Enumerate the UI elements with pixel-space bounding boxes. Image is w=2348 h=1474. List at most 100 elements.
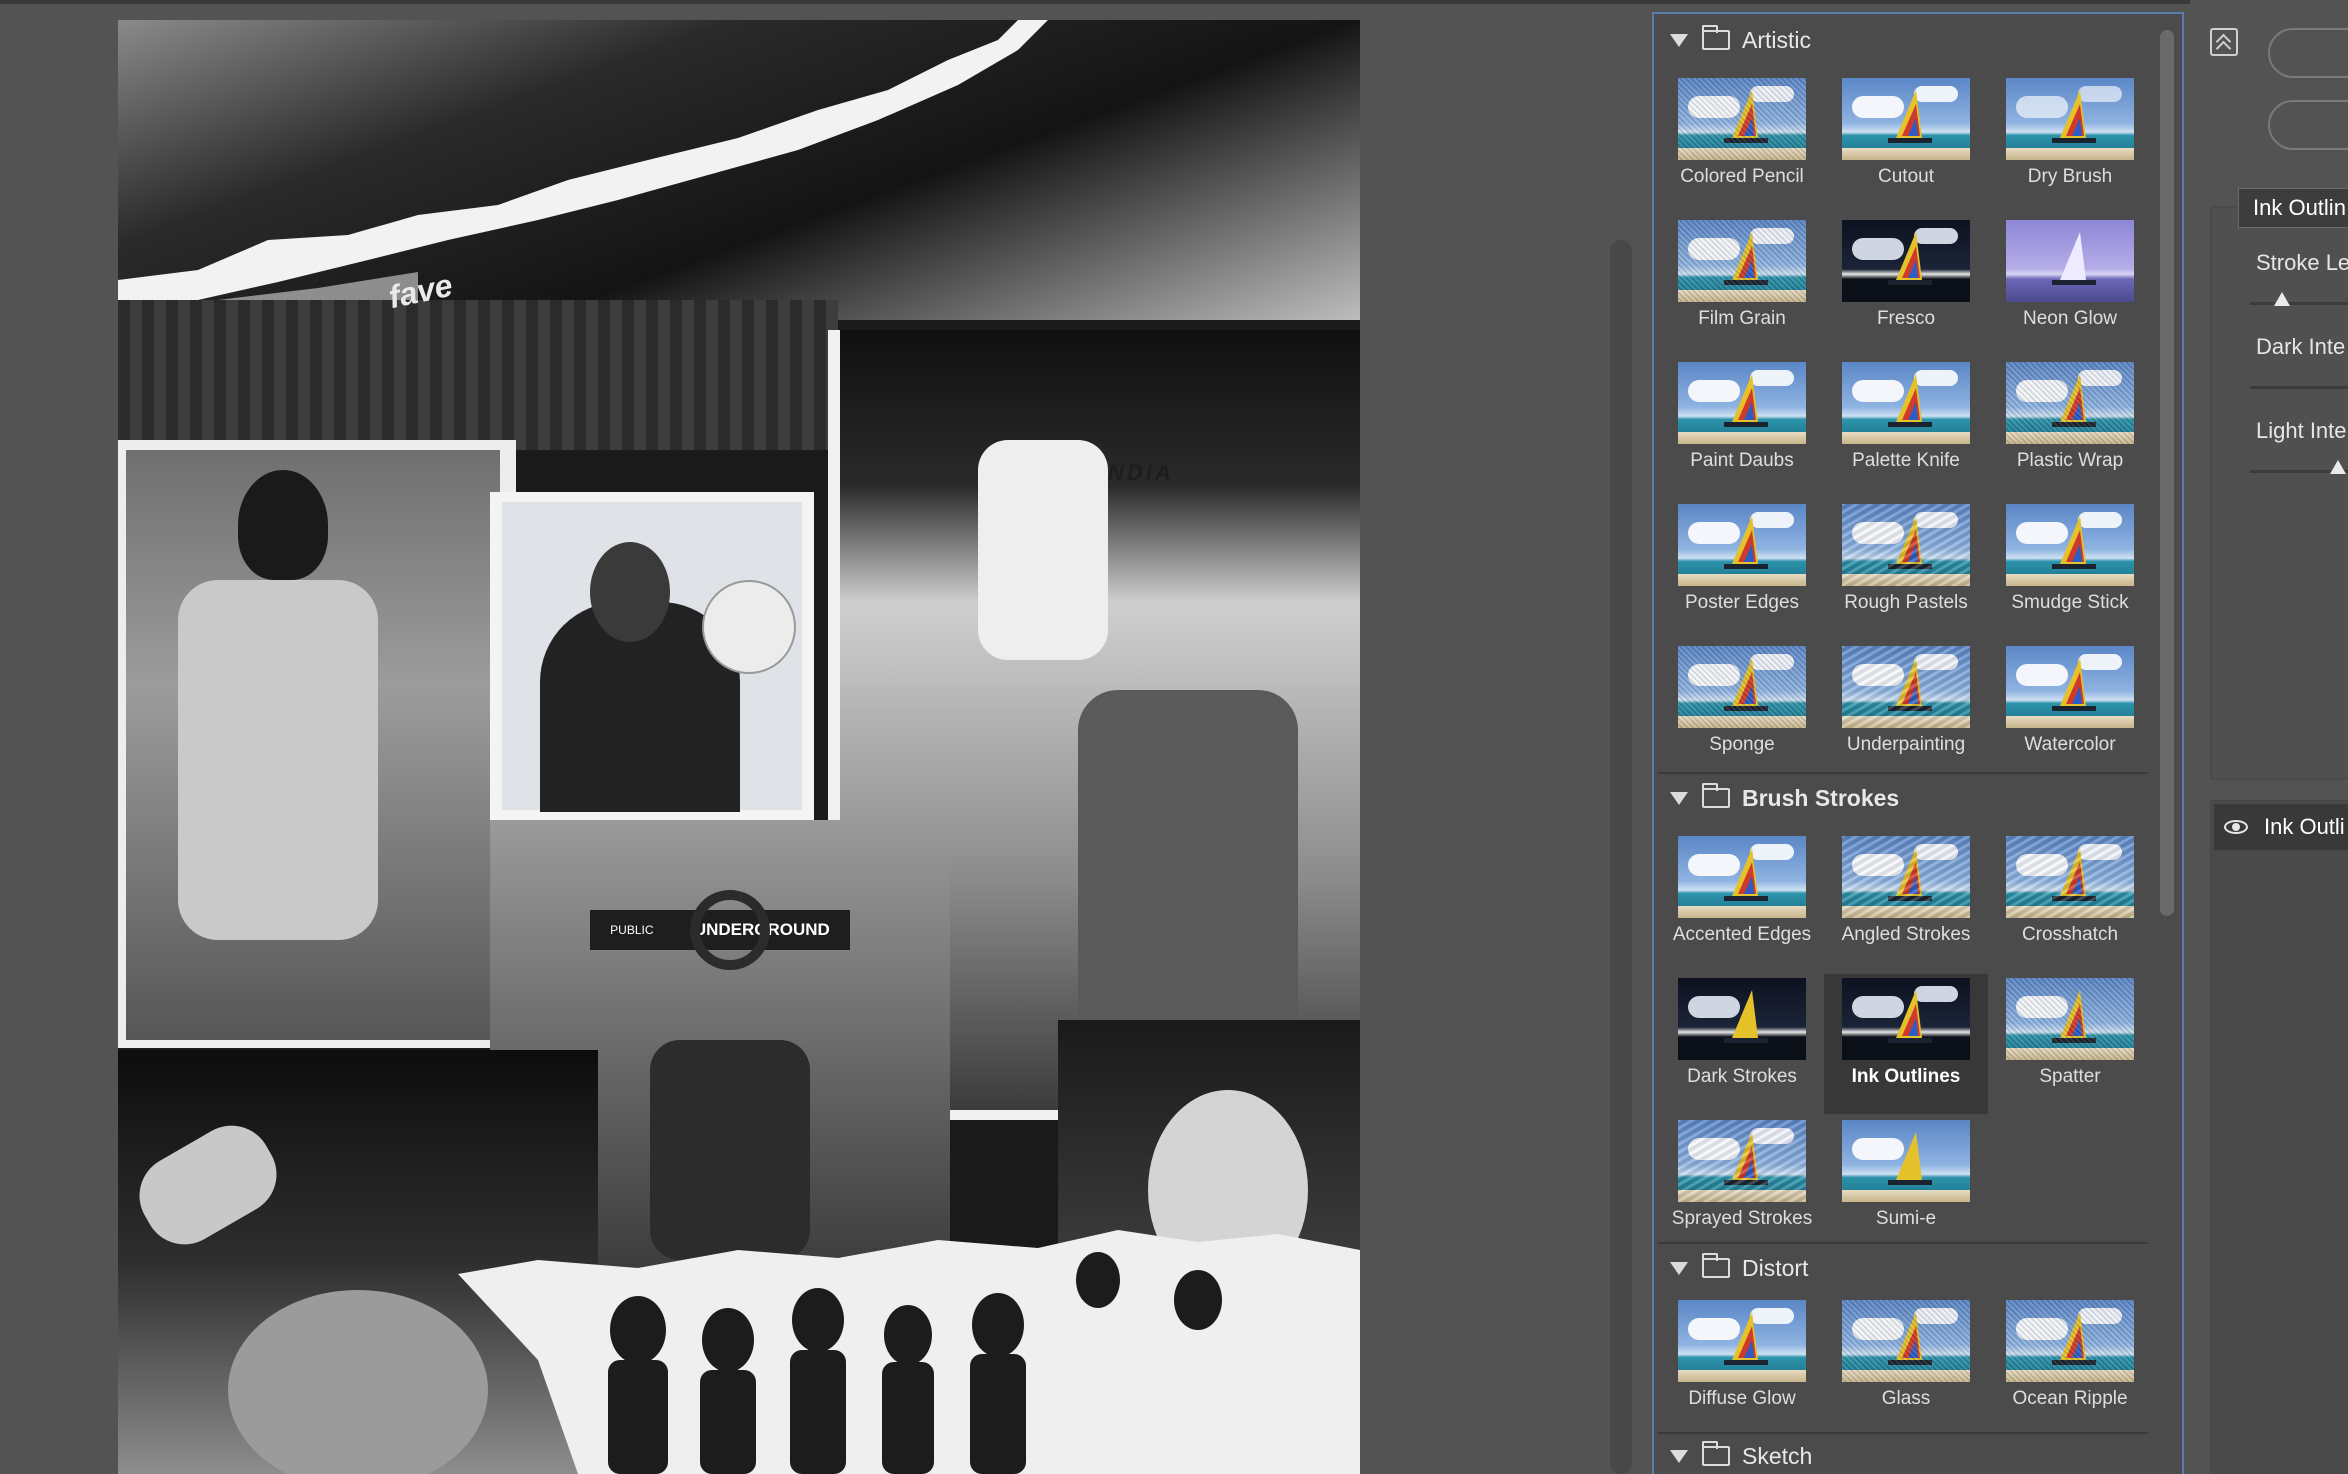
category-label: Distort bbox=[1742, 1254, 1809, 1281]
thumbnail-image bbox=[1678, 1120, 1806, 1202]
filter-cutout[interactable]: Cutout bbox=[1824, 74, 1988, 214]
filter-colored-pencil[interactable]: Colored Pencil bbox=[1660, 74, 1824, 214]
filter-angled-strokes[interactable]: Angled Strokes bbox=[1824, 832, 1988, 972]
torn-paper-edge bbox=[118, 20, 1048, 340]
eye-icon[interactable] bbox=[2224, 820, 2248, 834]
filter-dark-strokes[interactable]: Dark Strokes bbox=[1660, 974, 1824, 1114]
light-intensity-thumb[interactable] bbox=[2330, 460, 2346, 474]
filter-label: Dark Strokes bbox=[1687, 1066, 1797, 1087]
folder-icon bbox=[1702, 25, 1730, 50]
filter-label: Glass bbox=[1881, 1388, 1931, 1409]
filter-dry-brush[interactable]: Dry Brush bbox=[1988, 74, 2152, 214]
category-divider bbox=[1658, 1242, 2148, 1244]
light-intensity-label: Light Inte bbox=[2256, 418, 2347, 443]
thumbnail-image bbox=[1678, 362, 1806, 444]
triangle-down-icon[interactable] bbox=[1670, 791, 1688, 805]
category-header-brush-strokes[interactable]: Brush Strokes bbox=[1654, 776, 2148, 820]
filter-crosshatch[interactable]: Crosshatch bbox=[1988, 832, 2152, 972]
thumbnail-image bbox=[2006, 220, 2134, 302]
filter-underpainting[interactable]: Underpainting bbox=[1824, 642, 1988, 782]
filter-sprayed-strokes[interactable]: Sprayed Strokes bbox=[1660, 1116, 1824, 1256]
effect-layer-row[interactable]: Ink Outli bbox=[2214, 804, 2348, 850]
preview-canvas: fave NDIA PUBLIC UNDERGROUND bbox=[118, 20, 1360, 1474]
filter-label: Smudge Stick bbox=[2011, 592, 2129, 613]
gallery-scrollbar-thumb[interactable] bbox=[2160, 30, 2174, 916]
filter-label: Plastic Wrap bbox=[2016, 450, 2124, 471]
filter-ink-outlines[interactable]: Ink Outlines bbox=[1824, 974, 1988, 1114]
filter-label: Crosshatch bbox=[2021, 924, 2119, 945]
filter-neon-glow[interactable]: Neon Glow bbox=[1988, 216, 2152, 356]
filter-label: Neon Glow bbox=[2023, 308, 2117, 329]
filter-label: Palette Knife bbox=[1852, 450, 1960, 471]
effect-layers-box bbox=[2210, 800, 2348, 1474]
filter-select-dropdown[interactable]: Ink Outlin bbox=[2238, 188, 2348, 228]
effect-layer-label: Ink Outli bbox=[2264, 814, 2345, 839]
stroke-length-slider[interactable] bbox=[2250, 302, 2348, 305]
sign-public: PUBLIC bbox=[610, 923, 654, 937]
filter-accented-edges[interactable]: Accented Edges bbox=[1660, 832, 1824, 972]
thumbnail-image bbox=[1842, 646, 1970, 728]
thumbnail-image bbox=[1842, 836, 1970, 918]
triangle-down-icon[interactable] bbox=[1670, 1449, 1688, 1463]
filter-label: Cutout bbox=[1878, 166, 1934, 187]
filter-label: Spatter bbox=[2039, 1066, 2101, 1087]
thumbnail-image bbox=[1842, 1120, 1970, 1202]
filter-sponge[interactable]: Sponge bbox=[1660, 642, 1824, 782]
filter-label: Fresco bbox=[1876, 308, 1936, 329]
filter-smudge-stick[interactable]: Smudge Stick bbox=[1988, 500, 2152, 640]
chevrons-up-icon[interactable] bbox=[2210, 28, 2238, 56]
ok-button[interactable] bbox=[2268, 28, 2348, 78]
thumbnail-image bbox=[1842, 1300, 1970, 1382]
stroke-length-thumb[interactable] bbox=[2274, 292, 2290, 306]
filter-watercolor[interactable]: Watercolor bbox=[1988, 642, 2152, 782]
thumbnail-image bbox=[2006, 1300, 2134, 1382]
category-distort: Distort Diffuse Glow Glass Ocean Ripple bbox=[1654, 1246, 2148, 1430]
filter-rough-pastels[interactable]: Rough Pastels bbox=[1824, 500, 1988, 640]
cancel-button[interactable] bbox=[2268, 100, 2348, 150]
folder-icon bbox=[1702, 1253, 1730, 1278]
folder-icon bbox=[1702, 783, 1730, 808]
filter-gallery: Artistic Colored Pencil Cutout Dry Brush… bbox=[1652, 12, 2184, 1474]
thumbnail-image bbox=[1678, 78, 1806, 160]
preview-scrollbar[interactable] bbox=[1610, 240, 1632, 1474]
band-photo-strip bbox=[458, 1230, 1360, 1474]
filter-settings-panel: Ink Outlin Stroke Le Dark Inte Light Int… bbox=[2190, 0, 2348, 1474]
filter-plastic-wrap[interactable]: Plastic Wrap bbox=[1988, 358, 2152, 498]
thumbnail-image bbox=[1678, 504, 1806, 586]
filter-spatter[interactable]: Spatter bbox=[1988, 974, 2152, 1114]
thumbnail-image bbox=[2006, 836, 2134, 918]
thumbnail-image bbox=[2006, 504, 2134, 586]
category-label: Artistic bbox=[1742, 26, 1811, 53]
filter-poster-edges[interactable]: Poster Edges bbox=[1660, 500, 1824, 640]
category-label: Sketch bbox=[1742, 1442, 1813, 1469]
filter-palette-knife[interactable]: Palette Knife bbox=[1824, 358, 1988, 498]
filter-label: Underpainting bbox=[1846, 734, 1966, 755]
filter-ocean-ripple[interactable]: Ocean Ripple bbox=[1988, 1296, 2152, 1436]
filter-label: Accented Edges bbox=[1672, 924, 1812, 945]
category-header-sketch[interactable]: Sketch bbox=[1654, 1434, 2148, 1474]
category-header-artistic[interactable]: Artistic bbox=[1654, 18, 2148, 62]
filter-film-grain[interactable]: Film Grain bbox=[1660, 216, 1824, 356]
thumbnail-image bbox=[2006, 978, 2134, 1060]
category-label: Brush Strokes bbox=[1742, 784, 1900, 811]
category-artistic: Artistic Colored Pencil Cutout Dry Brush… bbox=[1654, 18, 2148, 758]
filter-paint-daubs[interactable]: Paint Daubs bbox=[1660, 358, 1824, 498]
filter-label: Ocean Ripple bbox=[2012, 1388, 2128, 1409]
filter-diffuse-glow[interactable]: Diffuse Glow bbox=[1660, 1296, 1824, 1436]
triangle-down-icon[interactable] bbox=[1670, 33, 1688, 47]
thumbnail-image bbox=[1678, 836, 1806, 918]
filter-label: Film Grain bbox=[1698, 308, 1786, 329]
category-header-distort[interactable]: Distort bbox=[1654, 1246, 2148, 1290]
thumbnail-image bbox=[1842, 78, 1970, 160]
filter-glass[interactable]: Glass bbox=[1824, 1296, 1988, 1436]
filter-label: Dry Brush bbox=[2027, 166, 2113, 187]
filter-sumi-e[interactable]: Sumi-e bbox=[1824, 1116, 1988, 1256]
filter-fresco[interactable]: Fresco bbox=[1824, 216, 1988, 356]
filter-label: Diffuse Glow bbox=[1688, 1388, 1796, 1409]
filter-label: Sumi-e bbox=[1875, 1208, 1937, 1229]
dark-intensity-slider[interactable] bbox=[2250, 386, 2348, 389]
thumbnail-image bbox=[2006, 78, 2134, 160]
triangle-down-icon[interactable] bbox=[1670, 1261, 1688, 1275]
stroke-length-label: Stroke Le bbox=[2256, 250, 2348, 275]
preview-area: fave NDIA PUBLIC UNDERGROUND bbox=[0, 4, 1640, 1474]
